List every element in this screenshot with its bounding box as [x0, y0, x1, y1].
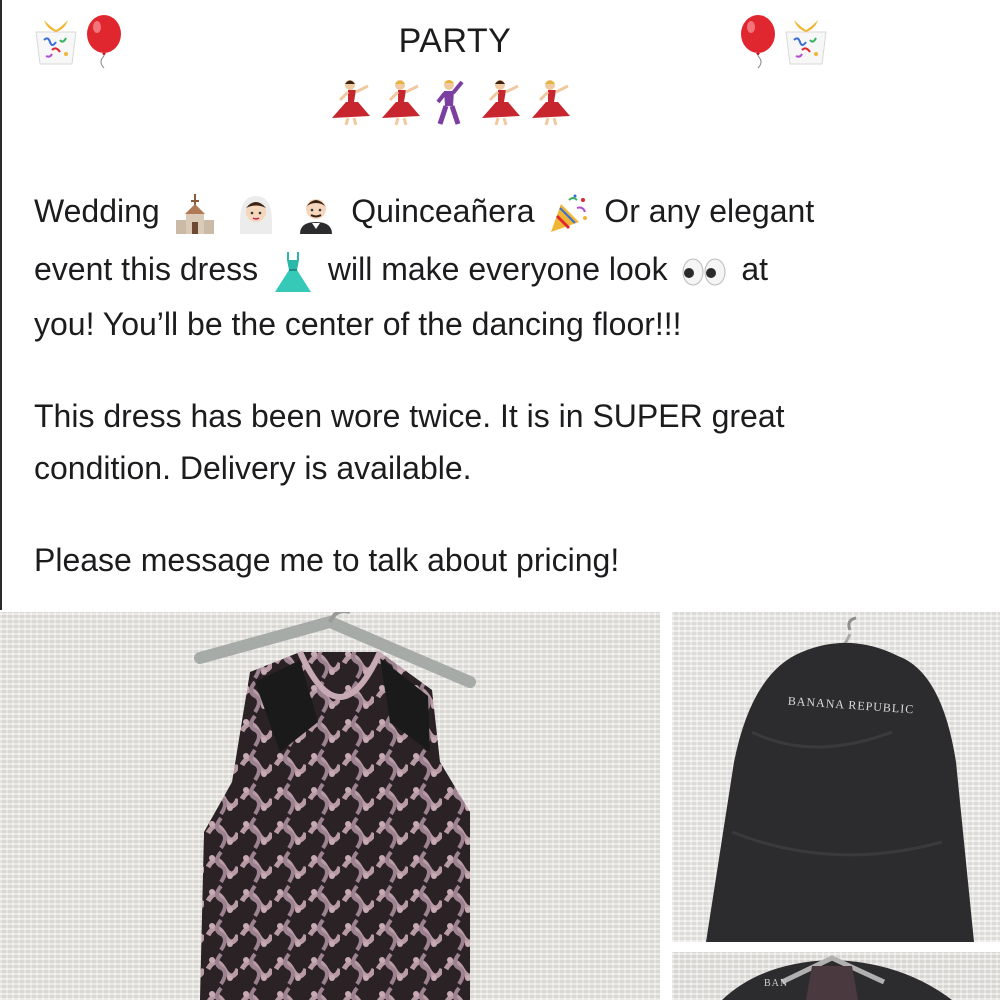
left-border	[0, 0, 2, 610]
description-paragraph-3: Please message me to talk about pricing!	[34, 542, 620, 578]
dancers-row	[326, 78, 572, 126]
groom-icon	[300, 198, 333, 234]
church-icon	[175, 193, 214, 234]
garment-bag-illustration	[706, 616, 974, 942]
confetti-gift-icon	[785, 20, 827, 65]
dancer-woman-icon	[482, 80, 520, 126]
dancer-woman-icon	[332, 80, 370, 126]
description-line-2: event this dress will make everyone look…	[34, 240, 974, 298]
red-balloon-icon	[741, 15, 775, 69]
photo-dress[interactable]	[0, 612, 660, 1000]
dancer-woman-icon	[532, 80, 570, 126]
bride-icon	[239, 195, 272, 234]
description-paragraph-2-line-1: This dress has been wore twice. It is in…	[34, 398, 785, 434]
dress-icon	[275, 251, 311, 292]
thumbnail-brand-label: BAN	[764, 978, 789, 989]
dancer-woman-icon	[382, 80, 420, 126]
party-popper-icon	[551, 194, 588, 232]
thumbnail-illustration	[722, 955, 952, 1000]
eyes-icon	[682, 258, 726, 286]
description-line-3: you! You’ll be the center of the dancing…	[34, 306, 682, 342]
dancer-man-icon	[436, 80, 464, 125]
dress-photo-illustration	[194, 612, 476, 1000]
title-row: PARTY	[0, 0, 1000, 80]
photo-thumbnail[interactable]: BAN	[672, 952, 1000, 1000]
description-line-1: Wedding Quinceañera Or any elegant	[34, 182, 974, 240]
post-description: Wedding Quinceañera Or any elegant event…	[34, 182, 974, 586]
photo-garment-bag[interactable]: BANANA REPUBLIC	[672, 612, 1000, 942]
title-decoration-right	[738, 14, 832, 70]
description-paragraph-2-line-2: condition. Delivery is available.	[34, 450, 472, 486]
